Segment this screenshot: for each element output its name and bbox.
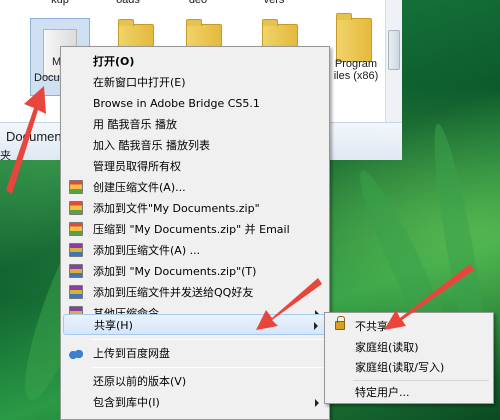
- annotation-arrows: [6, 86, 474, 330]
- annotation-arrow-folder: [6, 86, 46, 194]
- annotation-arrow-share: [256, 278, 322, 330]
- annotation-arrow-no-share: [384, 264, 474, 330]
